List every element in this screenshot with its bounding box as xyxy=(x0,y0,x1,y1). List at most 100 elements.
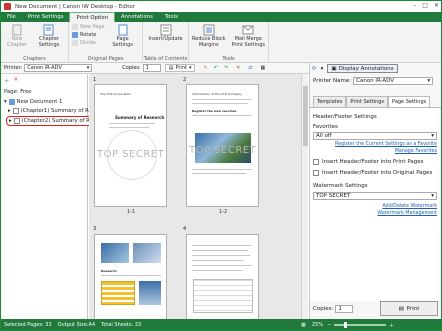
redo-icon[interactable]: ↷ xyxy=(224,65,228,71)
document-icon xyxy=(8,99,15,105)
register-favorite-link[interactable]: Register the Current Settings as a Favor… xyxy=(335,142,437,147)
page-mode-value: Free xyxy=(20,89,32,95)
page-number: 1 xyxy=(93,77,97,83)
add-icon[interactable]: ＋ xyxy=(4,77,10,85)
text-line xyxy=(192,260,244,261)
print-button-label: Print xyxy=(406,305,420,312)
chk-original-pages-row[interactable]: Insert Header/Footer into Original Pages xyxy=(313,170,432,176)
divide-icon xyxy=(72,40,78,46)
page-settings-panel: Header/Footer Settings Favorites All off… xyxy=(310,107,441,301)
zoom-in-icon[interactable]: ＋ xyxy=(389,322,394,329)
ribbon: New Chapter Chapter Settings Chapters Ne… xyxy=(1,22,441,63)
page-table xyxy=(101,281,135,305)
view-icon[interactable]: ▦ xyxy=(261,65,266,71)
app-icon xyxy=(4,3,11,10)
chapter-settings-button[interactable]: Chapter Settings xyxy=(33,24,65,48)
tree-root[interactable]: ▾ New Document 1 xyxy=(4,99,62,105)
tab-print-settings-panel[interactable]: Print Settings xyxy=(346,96,389,107)
tab-print-option[interactable]: Print Option xyxy=(69,12,116,22)
tab-page-settings[interactable]: Page Settings xyxy=(388,96,431,107)
watermark-title: Watermark Settings xyxy=(313,183,368,189)
view-mode-icon[interactable]: ▦ xyxy=(301,322,306,328)
chk-original-pages-checkbox[interactable] xyxy=(313,170,319,176)
mail-merge-icon xyxy=(241,24,255,36)
page-thumbnail[interactable]: Introduction of the XYZ Company Register… xyxy=(186,84,259,207)
page-thumbnail[interactable]: Research xyxy=(94,234,167,319)
toolbar-print-button[interactable]: ▤ Print ▾ xyxy=(164,64,196,72)
printer-select[interactable]: Canon iR-ADV ▾ xyxy=(24,64,93,72)
maximize-icon[interactable]: □ xyxy=(422,2,428,9)
minimize-icon[interactable]: – xyxy=(413,2,416,9)
display-annotations-toggle[interactable]: ▣ Display Annotations xyxy=(327,64,398,73)
ribbon-tabs: File Print Settings Print Option Annotat… xyxy=(1,12,441,22)
page-number: 4 xyxy=(183,226,187,232)
chk-print-pages-row[interactable]: Insert Header/Footer into Print Pages xyxy=(313,159,424,165)
zoom-out-icon[interactable]: − xyxy=(327,322,331,328)
move-icon[interactable]: ⇄ xyxy=(248,65,252,71)
preview-scrollbar[interactable] xyxy=(301,74,308,319)
printer-name-row: Printer Name: Canon iR-ADV ▾ xyxy=(313,77,434,85)
page-thumbnail[interactable]: The XYZ Corporation Summary of Research … xyxy=(94,84,167,207)
text-line xyxy=(109,127,149,128)
divide-button[interactable]: Divide xyxy=(72,40,105,46)
scrollbar-thumb[interactable] xyxy=(303,86,308,146)
page-heading: The XYZ Corporation xyxy=(100,92,132,96)
refresh-icon[interactable]: ⟳ xyxy=(312,66,317,72)
mail-merge-button[interactable]: Mail Merge Print Settings xyxy=(229,24,269,48)
reduce-margins-button[interactable]: Reduce Block Margins xyxy=(189,24,229,48)
display-annotations-label: Display Annotations xyxy=(338,65,394,72)
watermark-select[interactable]: TOP SECRET ▾ xyxy=(313,192,437,200)
new-page-label: New Page xyxy=(80,24,105,30)
right-pane-toolbar: ⟳ ▾ ▣ Display Annotations xyxy=(312,64,398,73)
tab-print-settings[interactable]: Print Settings xyxy=(22,12,70,22)
undo-icon[interactable]: ↶ xyxy=(214,65,218,71)
tab-templates[interactable]: Templates xyxy=(313,96,347,107)
chevron-down-icon[interactable]: ▾ xyxy=(321,66,324,72)
printer-name-select[interactable]: Canon iR-ADV ▾ xyxy=(353,77,434,85)
pen-icon[interactable]: ✎ xyxy=(203,65,207,71)
new-page-button[interactable]: New Page xyxy=(72,24,105,30)
page-thumbnail[interactable] xyxy=(186,234,259,319)
insert-update-button[interactable]: Insert/Update xyxy=(146,24,186,43)
print-button[interactable]: ▤ Print xyxy=(380,301,438,316)
right-copies-value: 1 xyxy=(338,306,342,312)
zoom-level: 25% xyxy=(311,322,323,328)
zoom-slider[interactable] xyxy=(334,322,387,328)
text-line xyxy=(192,169,252,170)
new-chapter-icon xyxy=(10,24,24,36)
right-copies-label: Copies: xyxy=(313,306,334,312)
watermark-management-link[interactable]: Watermark Management xyxy=(377,211,437,216)
page-mode: Page: Free xyxy=(4,89,32,95)
tab-annotations[interactable]: Annotations xyxy=(115,12,159,22)
right-copies-input[interactable]: 1 xyxy=(335,305,354,313)
tab-file[interactable]: File xyxy=(1,12,22,22)
delete-icon[interactable]: ✕ xyxy=(236,65,240,71)
page-settings-label: Page Settings xyxy=(112,36,133,48)
text-line xyxy=(192,173,246,174)
chk-print-pages-checkbox[interactable] xyxy=(313,159,319,165)
zoom-slider-thumb[interactable] xyxy=(344,322,348,328)
manage-favorites-link[interactable]: Manage Favorites xyxy=(395,149,437,154)
page-settings-button[interactable]: Page Settings xyxy=(108,24,138,48)
remove-icon[interactable]: ✕ xyxy=(14,77,19,85)
rotate-button[interactable]: Rotate xyxy=(72,32,105,38)
favorites-select[interactable]: All off ▾ xyxy=(313,132,437,140)
new-chapter-button[interactable]: New Chapter xyxy=(1,24,33,48)
tree-chapter-1[interactable]: ▸ (Chapter1) Summary of R xyxy=(8,108,89,114)
preview-area: 1 The XYZ Corporation Summary of Researc… xyxy=(89,74,308,319)
page-number: 3 xyxy=(93,226,97,232)
text-line xyxy=(192,250,248,251)
copies-input[interactable]: 1 xyxy=(142,64,161,72)
tree-chapter-2[interactable]: ▸ (Chapter2) Summary of R xyxy=(6,116,93,126)
add-delete-watermark-link[interactable]: Add/Delete Watermark xyxy=(382,204,437,209)
tools-group-label: Tools xyxy=(222,56,235,62)
printer-icon: ▤ xyxy=(398,305,404,312)
text-line xyxy=(192,99,252,100)
tree-chapter-2-label: (Chapter2) Summary of R xyxy=(21,118,90,124)
close-icon[interactable]: ✕ xyxy=(434,2,439,9)
reduce-margins-label: Reduce Block Margins xyxy=(191,36,226,48)
rotate-icon xyxy=(72,32,78,38)
page-heading: Research xyxy=(101,269,117,273)
tab-tools[interactable]: Tools xyxy=(159,12,184,22)
text-line xyxy=(109,123,155,124)
